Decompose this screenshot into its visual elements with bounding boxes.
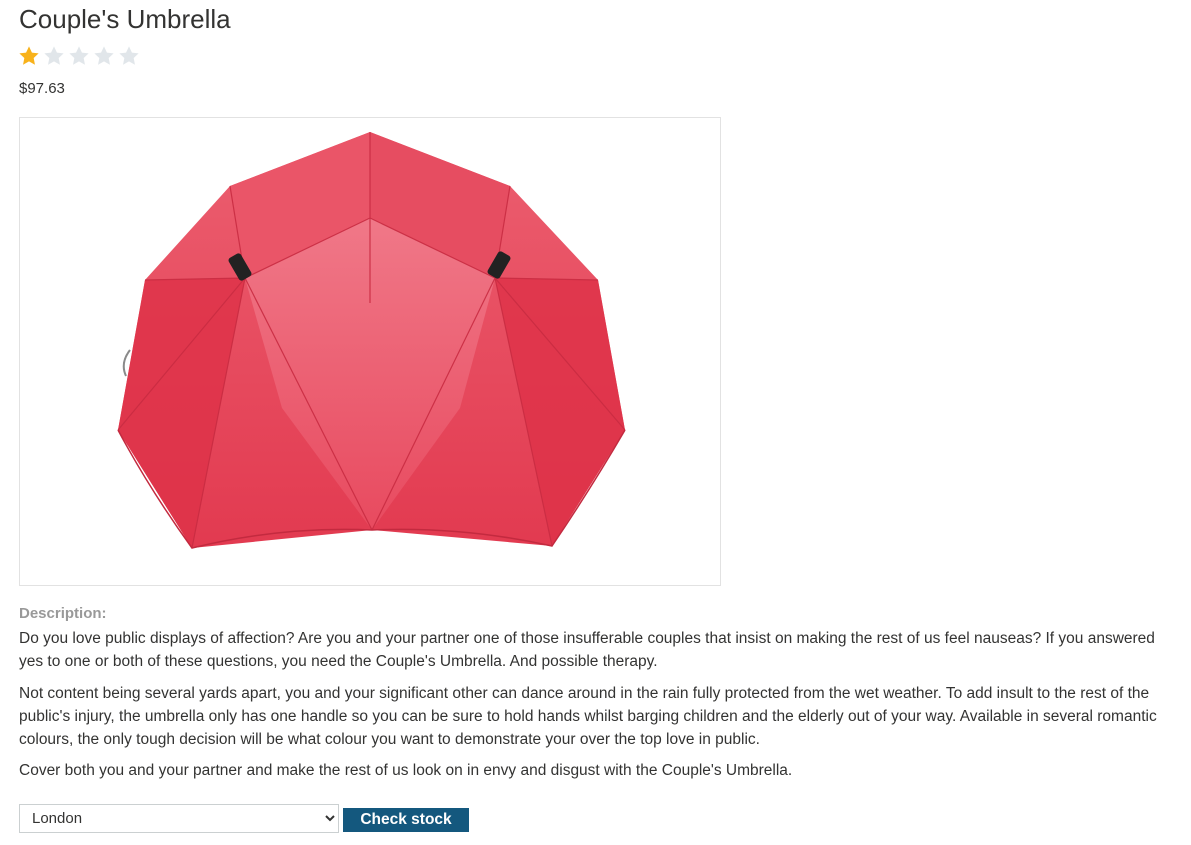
star-icon-empty xyxy=(119,46,139,65)
product-image xyxy=(19,117,721,586)
description-paragraph: Cover both you and your partner and make… xyxy=(19,762,793,779)
check-stock-button[interactable]: Check stock xyxy=(343,808,469,832)
star-rating xyxy=(18,45,140,67)
product-price: $97.63 xyxy=(19,80,65,97)
star-icon-empty xyxy=(69,46,89,65)
product-title: Couple's Umbrella xyxy=(19,4,231,34)
star-icon-empty xyxy=(94,46,114,65)
star-icon-filled xyxy=(19,46,39,65)
store-select[interactable]: London xyxy=(19,804,339,833)
umbrella-illustration xyxy=(20,118,720,585)
description-paragraph: Do you love public displays of affection… xyxy=(19,630,1155,670)
description-label: Description: xyxy=(19,605,107,622)
description-paragraph: Not content being several yards apart, y… xyxy=(19,685,1157,748)
star-icon-empty xyxy=(44,46,64,65)
